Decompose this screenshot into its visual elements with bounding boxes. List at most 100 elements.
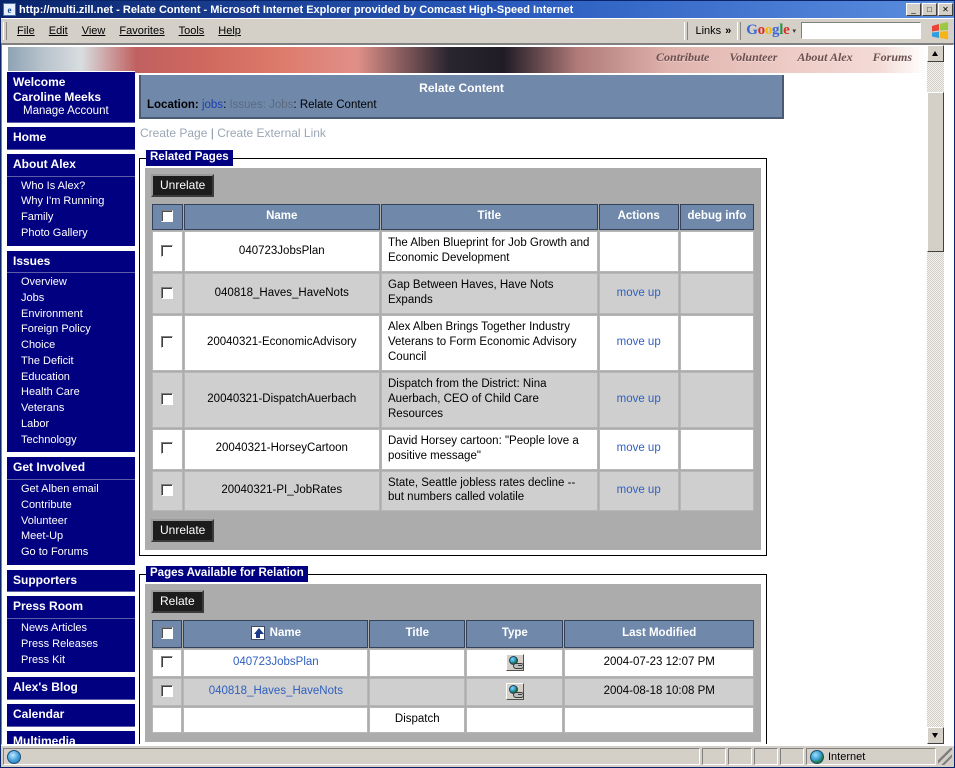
menu-help[interactable]: Help xyxy=(211,22,248,40)
sidebar-link-education[interactable]: Education xyxy=(7,370,135,386)
select-all-checkbox[interactable] xyxy=(161,626,174,639)
available-col-title[interactable]: Title xyxy=(369,620,466,648)
sidebar-item-multimedia[interactable]: Multimedia xyxy=(7,729,135,744)
links-toolbar[interactable]: Links » xyxy=(691,25,735,37)
sidebar-link-environment[interactable]: Environment xyxy=(7,307,135,323)
available-col-type[interactable]: Type xyxy=(466,620,564,648)
sidebar-link-jobs[interactable]: Jobs xyxy=(7,291,135,307)
create-external-link-link[interactable]: Create External Link xyxy=(217,126,326,140)
sidebar-item-calendar[interactable]: Calendar xyxy=(7,702,135,727)
sidebar-item-issues[interactable]: Issues xyxy=(7,249,135,274)
sidebar-link-press-releases[interactable]: Press Releases xyxy=(7,637,135,653)
row-checkbox[interactable] xyxy=(161,684,174,697)
sidebar-link-who-is-alex[interactable]: Who Is Alex? xyxy=(7,179,135,195)
sidebar-link-labor[interactable]: Labor xyxy=(7,417,135,433)
google-search-input[interactable] xyxy=(801,22,921,39)
row-checkbox-cell[interactable] xyxy=(152,706,183,733)
scroll-down-button[interactable] xyxy=(927,727,944,744)
unrelate-button-bottom[interactable]: Unrelate xyxy=(151,519,215,543)
chevron-right-icon[interactable]: » xyxy=(725,25,731,37)
move-up-link[interactable]: move up xyxy=(617,484,661,496)
chevron-down-icon[interactable]: ▾ xyxy=(792,27,796,35)
move-up-link[interactable]: move up xyxy=(617,442,661,454)
row-action-move-up[interactable]: move up xyxy=(598,315,679,371)
row-action-move-up[interactable]: move up xyxy=(598,371,679,428)
unrelate-button-top[interactable]: Unrelate xyxy=(151,174,215,197)
sidebar-link-go-to-forums[interactable]: Go to Forums xyxy=(7,545,135,561)
minimize-button[interactable]: _ xyxy=(906,3,921,16)
relate-button[interactable]: Relate xyxy=(151,590,204,614)
maximize-button[interactable]: □ xyxy=(922,3,937,16)
menu-tools[interactable]: Tools xyxy=(172,22,212,40)
row-checkbox[interactable] xyxy=(161,335,174,348)
row-action-move-up[interactable]: move up xyxy=(598,470,679,512)
page-name-link[interactable]: 040818_Haves_HaveNots xyxy=(209,685,343,697)
sidebar-link-get-alben-email[interactable]: Get Alben email xyxy=(7,482,135,498)
sidebar-link-meet-up[interactable]: Meet-Up xyxy=(7,529,135,545)
sidebar-link-technology[interactable]: Technology xyxy=(7,433,135,449)
sidebar-item-supporters[interactable]: Supporters xyxy=(7,568,135,593)
sidebar-link-family[interactable]: Family xyxy=(7,210,135,226)
row-checkbox[interactable] xyxy=(161,655,174,668)
row-checkbox[interactable] xyxy=(161,483,174,496)
create-page-link[interactable]: Create Page xyxy=(140,126,207,140)
sidebar-link-foreign-policy[interactable]: Foreign Policy xyxy=(7,322,135,338)
sidebar-item-press-room[interactable]: Press Room xyxy=(7,595,135,620)
sidebar-link-news-articles[interactable]: News Articles xyxy=(7,621,135,637)
sidebar-item-home[interactable]: Home xyxy=(7,126,135,150)
row-checkbox-cell[interactable] xyxy=(152,470,183,512)
sidebar-item-about-alex[interactable]: About Alex xyxy=(7,152,135,177)
windows-flag-icon[interactable] xyxy=(929,21,951,41)
row-checkbox-cell[interactable] xyxy=(152,231,183,273)
related-col-title[interactable]: Title xyxy=(381,204,598,231)
window-resize-grip[interactable] xyxy=(938,748,952,765)
select-all-checkbox[interactable] xyxy=(161,210,174,222)
sidebar-link-volunteer[interactable]: Volunteer xyxy=(7,514,135,530)
row-checkbox-cell[interactable] xyxy=(152,315,183,371)
manage-account-link[interactable]: Manage Account xyxy=(13,104,129,118)
sidebar-link-choice[interactable]: Choice xyxy=(7,338,135,354)
page-name-link[interactable]: 040723JobsPlan xyxy=(233,656,319,668)
banner-nav-about-alex[interactable]: About Alex xyxy=(797,50,852,65)
sidebar-item-alexs-blog[interactable]: Alex's Blog xyxy=(7,676,135,700)
banner-nav-forums[interactable]: Forums xyxy=(873,50,912,65)
sidebar-link-press-kit[interactable]: Press Kit xyxy=(7,653,135,669)
related-col-name[interactable]: Name xyxy=(183,204,380,231)
row-name-cell[interactable]: 040818_Haves_HaveNots xyxy=(183,677,369,706)
row-checkbox-cell[interactable] xyxy=(152,428,183,470)
row-action-move-up[interactable]: move up xyxy=(598,428,679,470)
menu-favorites[interactable]: Favorites xyxy=(112,22,171,40)
sidebar-link-the-deficit[interactable]: The Deficit xyxy=(7,354,135,370)
sidebar-link-contribute[interactable]: Contribute xyxy=(7,498,135,514)
sidebar-link-photo-gallery[interactable]: Photo Gallery xyxy=(7,226,135,242)
row-action-move-up[interactable]: move up xyxy=(598,273,679,314)
related-select-all-header[interactable] xyxy=(152,204,183,231)
row-checkbox-cell[interactable] xyxy=(152,273,183,314)
row-checkbox[interactable] xyxy=(161,442,174,455)
row-checkbox-cell[interactable] xyxy=(152,677,183,706)
row-checkbox-cell[interactable] xyxy=(152,371,183,428)
sidebar-link-overview[interactable]: Overview xyxy=(7,275,135,291)
security-zone-panel[interactable]: Internet xyxy=(806,748,936,765)
sidebar-link-veterans[interactable]: Veterans xyxy=(7,401,135,417)
menu-view[interactable]: View xyxy=(75,22,113,40)
move-up-link[interactable]: move up xyxy=(617,336,661,348)
banner-nav-contribute[interactable]: Contribute xyxy=(656,50,709,65)
google-grip[interactable] xyxy=(737,21,742,40)
menu-edit[interactable]: Edit xyxy=(42,22,75,40)
sidebar-item-get-involved[interactable]: Get Involved xyxy=(7,456,135,481)
menu-grip[interactable] xyxy=(3,21,7,40)
banner-nav-volunteer[interactable]: Volunteer xyxy=(729,50,777,65)
row-name-cell[interactable]: 040723JobsPlan xyxy=(183,648,369,677)
links-grip[interactable] xyxy=(684,21,689,40)
menu-file[interactable]: File xyxy=(10,22,42,40)
row-checkbox[interactable] xyxy=(161,392,174,405)
row-checkbox-cell[interactable] xyxy=(152,648,183,677)
scrollbar-thumb[interactable] xyxy=(927,92,944,252)
available-select-all-header[interactable] xyxy=(152,620,183,648)
sidebar-link-health-care[interactable]: Health Care xyxy=(7,385,135,401)
available-col-last-modified[interactable]: Last Modified xyxy=(564,620,754,648)
scrollbar-track[interactable] xyxy=(927,62,944,727)
breadcrumb-link-jobs[interactable]: jobs xyxy=(202,99,223,111)
scroll-up-button[interactable] xyxy=(927,45,944,62)
